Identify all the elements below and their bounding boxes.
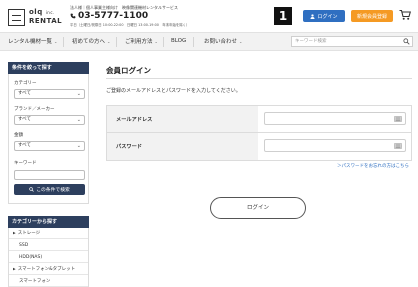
brand-select[interactable]: すべて ⌄ [14,115,85,125]
nav-divider [116,37,117,47]
category-select[interactable]: すべて ⌄ [14,89,85,99]
phone-icon [70,13,76,19]
user-icon [310,13,315,19]
autofill-key-icon[interactable] [394,116,402,122]
triangle-right-icon: ▶ [13,267,16,271]
category-panel-title: カテゴリーから探す [8,216,89,228]
password-label: パスワード [107,133,258,160]
header-login-button[interactable]: ログイン [303,10,345,22]
category-item-ssd[interactable]: SSD [9,240,88,251]
nav-item-how-to-use[interactable]: ご利用方法 ⌄ [125,33,158,50]
nav-item-blog[interactable]: BLOG [171,33,186,50]
logo-text-bottom: RENTAL [29,17,63,25]
chevron-down-icon: ⌄ [54,39,58,44]
password-row: パスワード [107,133,411,160]
search-icon [29,187,34,192]
price-select[interactable]: すべて ⌄ [14,141,85,151]
autofill-key-icon[interactable] [394,143,402,149]
keyword-search [291,36,413,47]
global-nav: レンタル機材一覧 ⌄ 初めての方へ ⌄ ご利用方法 ⌄ BLOG お問い合わせ ⌄ [0,32,418,51]
logo-text-inc: inc. [45,10,55,15]
filter-panel: カテゴリー すべて ⌄ ブランド／メーカー すべて ⌄ 金額 すべて ⌄ キーワード … [8,74,89,204]
category-item-storage[interactable]: ▶ ストレージ [9,228,88,239]
keyword-filter-label: キーワード [14,161,37,166]
login-instructions: ご登録のメールアドレスとパスワードを入力してください。 [106,88,241,94]
logo-text-top: olq [29,8,43,16]
filter-panel-title: 条件を絞って探す [8,62,89,74]
category-item-smartphone[interactable]: スマートフォン [9,276,88,287]
nav-divider [63,37,64,47]
nav-item-first-time[interactable]: 初めての方へ ⌄ [72,33,110,50]
chevron-down-icon: ⌄ [76,117,81,123]
chevron-down-icon: ⌄ [107,39,111,44]
title-divider [106,78,412,79]
brand-filter-label: ブランド／メーカー [14,107,55,112]
login-form: メールアドレス パスワード [106,105,412,161]
category-item-hdd[interactable]: HDD(NAS) [9,252,88,263]
nav-item-rental-list[interactable]: レンタル機材一覧 ⌄ [8,33,57,50]
price-filter-label: 金額 [14,133,23,138]
category-item-smartphone-tablet[interactable]: ▶ スマートフォン&タブレット [9,264,88,275]
email-row: メールアドレス [107,106,411,133]
email-field[interactable] [264,112,406,125]
login-button[interactable]: ログイン [210,197,306,219]
business-hours: 平日（土曜日/祝祭日 10:00-22:00 日曜日 13:00-19:00 年… [70,23,190,27]
logo-mark [8,9,25,26]
register-label: 新規会員登録 [356,13,387,20]
email-label: メールアドレス [107,106,258,132]
password-field[interactable] [264,139,406,152]
category-panel: ▶ ストレージ SSD HDD(NAS) ▶ スマートフォン&タブレット スマートフ… [8,228,89,287]
phone-number[interactable]: 03-5777-1100 [78,11,148,21]
nav-divider [193,37,194,47]
phone-block: 03-5777-1100 [70,11,148,21]
register-button[interactable]: 新規会員登録 [351,10,393,22]
cart-icon[interactable] [399,9,411,21]
chevron-down-icon: ⌄ [76,143,81,149]
nav-item-contact[interactable]: お問い合わせ ⌄ [204,33,242,50]
filter-search-button[interactable]: この条件で検索 [14,184,85,195]
chevron-down-icon: ⌄ [154,39,158,44]
forgot-password-link[interactable]: ＞パスワードをお忘れの方はこちら [337,163,409,169]
chevron-down-icon: ⌄ [76,91,81,97]
number-badge: 1 [274,7,292,25]
keyword-filter-input[interactable] [14,170,85,180]
triangle-right-icon: ▶ [13,231,16,235]
search-input[interactable] [292,37,402,46]
search-icon[interactable] [403,38,410,45]
header-login-label: ログイン [317,13,338,20]
nav-divider [163,37,164,47]
page-title: 会員ログイン [106,66,151,75]
chevron-down-icon: ⌄ [239,39,243,44]
site-logo[interactable]: olq inc. RENTAL [8,8,62,28]
category-filter-label: カテゴリー [14,81,37,86]
site-header: olq inc. RENTAL 法人様｜個人事業主様向け 映像関連機材レンタルサ… [0,0,418,32]
